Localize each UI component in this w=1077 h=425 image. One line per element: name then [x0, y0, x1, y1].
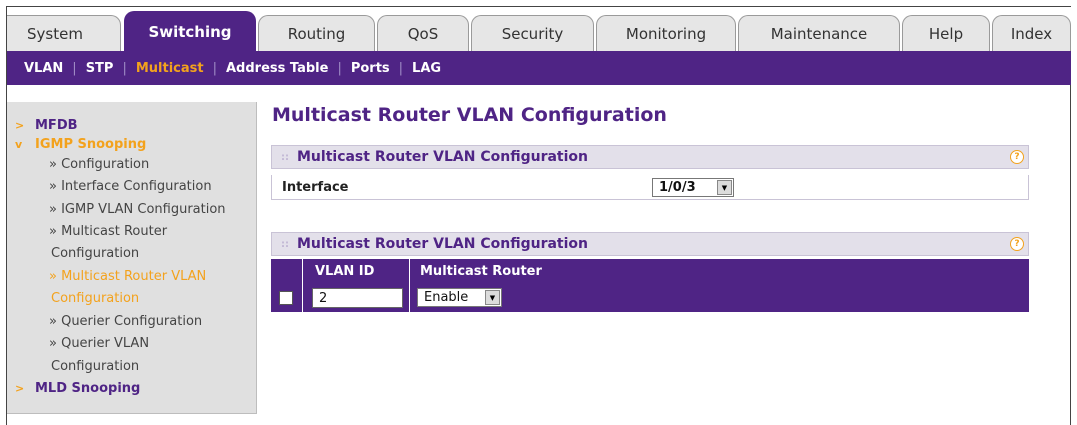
- tab-switching[interactable]: Switching: [124, 11, 256, 52]
- panel-header-multicast-router: :: Multicast Router VLAN Configuration ?: [271, 232, 1029, 256]
- subnav-separator: |: [337, 60, 342, 76]
- sidebar-item-querier-vlan-cont[interactable]: Configuration: [7, 357, 257, 377]
- sidebar-item-querier-configuration[interactable]: » Querier Configuration: [7, 312, 257, 332]
- sidebar-item-multicast-router[interactable]: » Multicast Router: [7, 222, 257, 242]
- subnav-separator: |: [398, 60, 404, 76]
- vlan-id-input[interactable]: [312, 288, 403, 308]
- tab-maintenance[interactable]: Maintenance: [738, 15, 900, 51]
- page-title: Multicast Router VLAN Configuration: [272, 104, 667, 126]
- tab-system[interactable]: System: [7, 15, 121, 51]
- panel-title: Multicast Router VLAN Configuration: [297, 149, 588, 165]
- column-divider: [302, 284, 303, 312]
- dropdown-arrow-icon: ▼: [717, 180, 732, 195]
- subnav-vlan[interactable]: VLAN: [24, 61, 63, 76]
- table-row: Enable ▼: [271, 284, 1029, 312]
- tab-qos[interactable]: QoS: [377, 15, 469, 51]
- interface-select[interactable]: 1/0/3 ▼: [652, 178, 734, 197]
- column-divider: [409, 259, 410, 284]
- sidebar-item-mfdb[interactable]: > MFDB: [7, 116, 257, 136]
- interface-select-value: 1/0/3: [659, 180, 696, 195]
- sub-navigation: VLAN | STP | Multicast | Address Table |…: [7, 51, 1071, 85]
- multicast-router-select[interactable]: Enable ▼: [417, 288, 502, 307]
- sidebar-item-querier-vlan[interactable]: » Querier VLAN: [7, 334, 257, 354]
- column-divider: [302, 259, 303, 284]
- subnav-separator: |: [72, 60, 77, 76]
- panel-title: Multicast Router VLAN Configuration: [297, 236, 588, 252]
- sidebar-item-label: IGMP Snooping: [35, 137, 147, 152]
- interface-row: Interface 1/0/3 ▼: [271, 175, 1029, 200]
- main-tab-bar: System Switching Routing QoS Security Mo…: [7, 7, 1071, 52]
- subnav-separator: |: [122, 60, 127, 76]
- sidebar-item-igmp-snooping[interactable]: v IGMP Snooping: [7, 135, 257, 155]
- sidebar-item-configuration[interactable]: » Configuration: [7, 155, 257, 175]
- grip-dots-icon: ::: [281, 238, 289, 250]
- tab-monitoring[interactable]: Monitoring: [596, 15, 736, 51]
- chevron-right-icon: >: [15, 119, 25, 132]
- app-frame: System Switching Routing QoS Security Mo…: [6, 6, 1071, 425]
- chevron-right-icon: >: [15, 382, 25, 395]
- sidebar-item-interface-configuration[interactable]: » Interface Configuration: [7, 177, 257, 197]
- table-header: VLAN ID Multicast Router: [271, 259, 1029, 284]
- help-icon[interactable]: ?: [1010, 237, 1024, 251]
- help-icon[interactable]: ?: [1010, 150, 1024, 164]
- dropdown-arrow-icon: ▼: [485, 290, 500, 305]
- tab-security[interactable]: Security: [471, 15, 594, 51]
- subnav-multicast[interactable]: Multicast: [136, 61, 204, 76]
- column-divider: [409, 284, 410, 312]
- tab-help[interactable]: Help: [902, 15, 990, 51]
- subnav-address-table[interactable]: Address Table: [226, 61, 328, 76]
- multicast-router-select-value: Enable: [424, 290, 469, 305]
- panel-header-interface: :: Multicast Router VLAN Configuration ?: [271, 145, 1029, 169]
- sidebar-item-label: MLD Snooping: [35, 381, 141, 396]
- chevron-down-icon: v: [15, 138, 23, 151]
- sidebar-item-label: MFDB: [35, 118, 78, 133]
- tab-routing[interactable]: Routing: [258, 15, 375, 51]
- sidebar: > MFDB v IGMP Snooping » Configuration »…: [7, 102, 257, 414]
- sidebar-item-multicast-router-cont[interactable]: Configuration: [7, 244, 257, 264]
- grip-dots-icon: ::: [281, 151, 289, 163]
- sidebar-item-multicast-router-vlan[interactable]: » Multicast Router VLAN: [7, 267, 257, 287]
- subnav-ports[interactable]: Ports: [351, 61, 390, 76]
- interface-label: Interface: [282, 180, 349, 195]
- sidebar-item-multicast-router-vlan-cont[interactable]: Configuration: [7, 289, 257, 309]
- sidebar-item-igmp-vlan-configuration[interactable]: » IGMP VLAN Configuration: [7, 200, 257, 220]
- sidebar-item-mld-snooping[interactable]: > MLD Snooping: [7, 379, 257, 399]
- tab-index[interactable]: Index: [992, 15, 1071, 51]
- subnav-separator: |: [212, 60, 217, 76]
- subnav-stp[interactable]: STP: [86, 61, 114, 76]
- column-header-multicast-router: Multicast Router: [420, 264, 542, 279]
- row-select-checkbox[interactable]: [279, 291, 293, 305]
- column-header-vlan-id: VLAN ID: [315, 264, 375, 279]
- subnav-lag[interactable]: LAG: [412, 61, 441, 76]
